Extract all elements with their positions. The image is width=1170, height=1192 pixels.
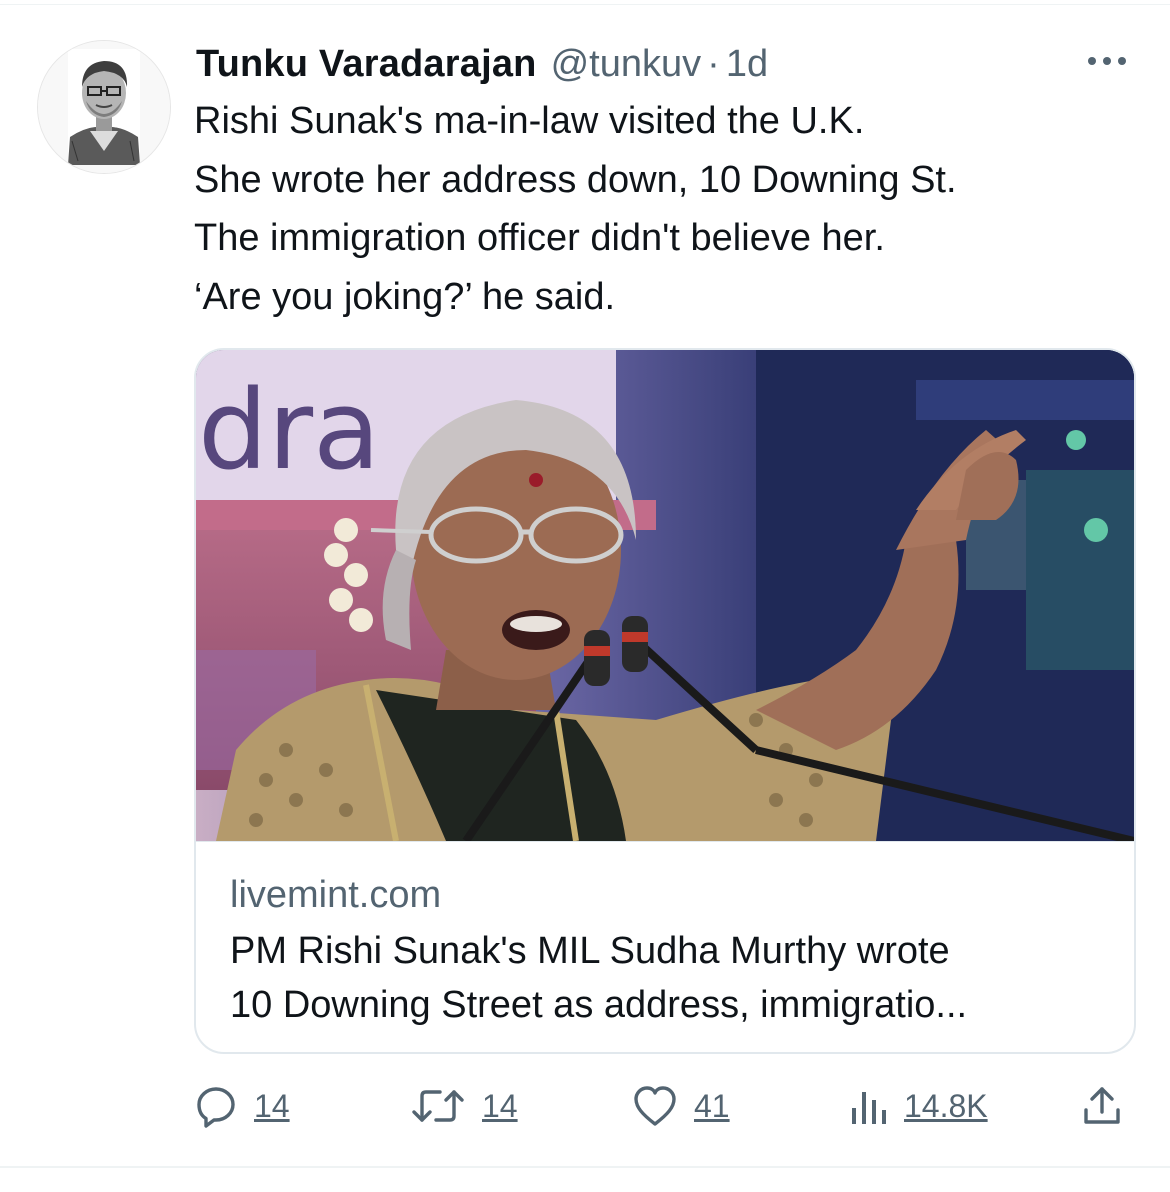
card-title-line: 10 Downing Street as address, immigratio…	[230, 984, 968, 1026]
reply-count: 14	[254, 1088, 290, 1124]
card-divider	[196, 841, 1134, 842]
tweet-text-line: She wrote her address down, 10 Downing S…	[194, 158, 957, 201]
retweet-icon	[412, 1090, 464, 1122]
handle[interactable]: @tunkuv	[551, 40, 702, 88]
avatar[interactable]	[37, 40, 171, 174]
avatar-portrait	[38, 41, 170, 173]
card-image-overlay-text: dra	[198, 366, 380, 494]
reply-icon	[197, 1087, 235, 1128]
bar-chart-icon	[852, 1092, 886, 1124]
retweet-count: 14	[482, 1088, 518, 1124]
tweet-text: Rishi Sunak's ma-in-law visited the U.K.…	[194, 92, 1134, 326]
card-title: PM Rishi Sunak's MIL Sudha Murthy wrote …	[230, 924, 1110, 1032]
reply-button[interactable]: 14	[194, 1078, 290, 1134]
card-title-line: PM Rishi Sunak's MIL Sudha Murthy wrote	[230, 930, 950, 972]
link-card[interactable]: dra livemint.com PM Rishi Sunak's MIL Su…	[194, 348, 1136, 1054]
views-count: 14.8K	[904, 1088, 988, 1124]
tweet[interactable]: Tunku Varadarajan @tunkuv · 1d Rishi Sun…	[0, 0, 1170, 1170]
action-bar: 14 14 41 14.8K	[0, 1078, 1170, 1134]
tweet-text-line: ‘Are you joking?’ he said.	[194, 275, 616, 318]
share-icon	[1084, 1087, 1120, 1124]
card-domain: livemint.com	[230, 874, 442, 916]
more-horizontal-icon	[1088, 57, 1126, 65]
card-image[interactable]: dra	[196, 350, 1134, 841]
like-button[interactable]: 41	[632, 1078, 730, 1134]
retweet-button[interactable]: 14	[410, 1078, 518, 1134]
more-button[interactable]	[1082, 46, 1132, 76]
display-name[interactable]: Tunku Varadarajan	[196, 40, 537, 88]
timestamp[interactable]: 1d	[726, 40, 768, 88]
tweet-text-line: Rishi Sunak's ma-in-law visited the U.K.	[194, 100, 865, 142]
heart-icon	[634, 1086, 676, 1126]
card-photo: dra	[196, 350, 1134, 841]
views-button[interactable]: 14.8K	[848, 1078, 988, 1134]
bottom-divider	[0, 1166, 1170, 1168]
like-count: 41	[694, 1088, 730, 1124]
time-separator: ·	[707, 43, 720, 85]
tweet-header: Tunku Varadarajan @tunkuv · 1d	[196, 40, 768, 88]
share-button[interactable]	[1080, 1078, 1124, 1134]
tweet-text-line: The immigration officer didn't believe h…	[194, 217, 885, 259]
